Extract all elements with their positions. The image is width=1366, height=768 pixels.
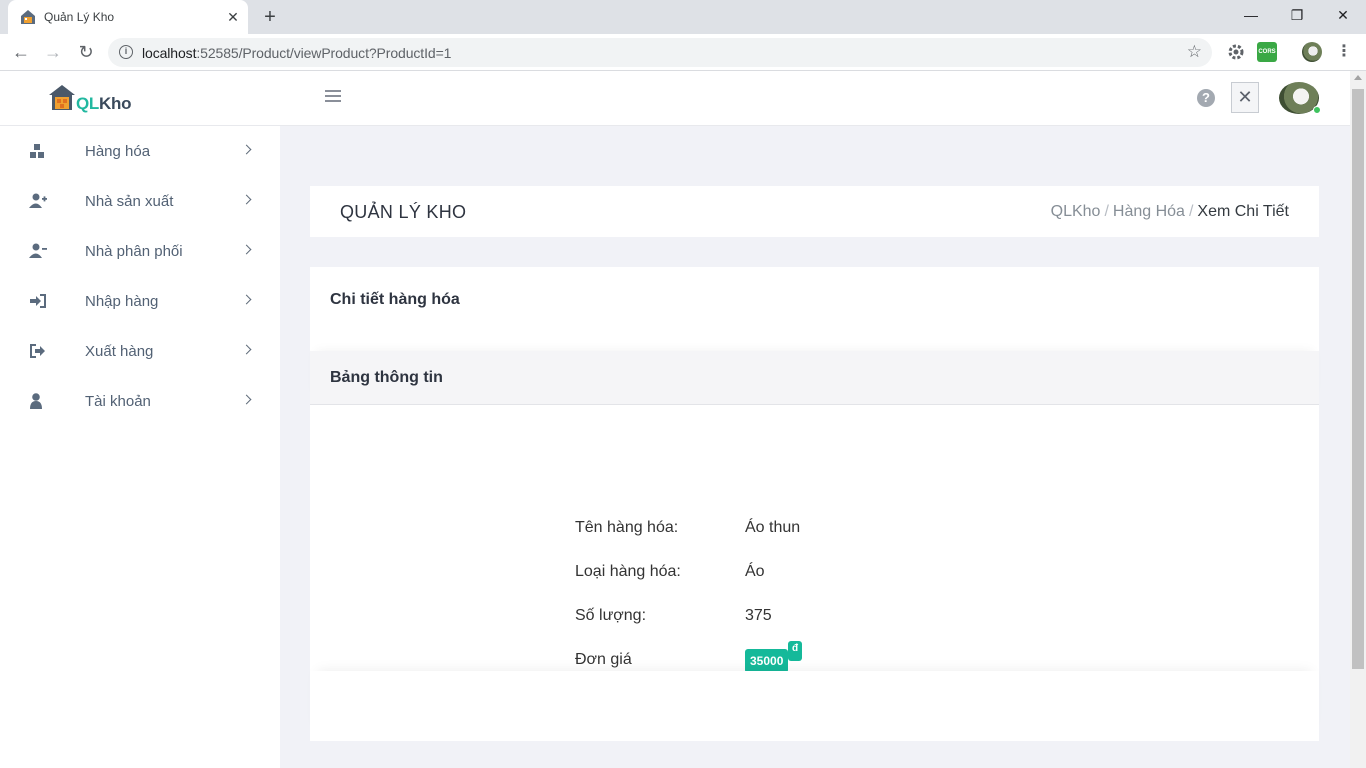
browser-menu-icon[interactable]: ⋮ (1331, 39, 1357, 65)
url-path: :52585/Product/viewProduct?ProductId=1 (196, 45, 452, 61)
forward-icon[interactable]: → (40, 39, 66, 65)
breadcrumb: QLKho / Hàng Hóa / Xem Chi Tiết (1051, 203, 1289, 221)
page-scrollbar[interactable] (1350, 71, 1366, 768)
warehouse-logo-icon (49, 85, 75, 110)
sidebar-item-label: Nhà phân phối (85, 243, 183, 260)
boxes-icon (30, 144, 44, 158)
sidebar-item-label: Xuất hàng (85, 343, 154, 360)
breadcrumb-separator: / (1104, 203, 1109, 220)
online-status-dot (1313, 106, 1321, 114)
scrollbar-thumb[interactable] (1352, 89, 1364, 669)
gear-extension-icon[interactable] (1226, 42, 1246, 62)
breadcrumb-item-current: Xem Chi Tiết (1197, 203, 1289, 220)
sidebar-item-label: Tài khoản (85, 393, 151, 410)
currency-badge: đ (788, 641, 803, 661)
browser-tabstrip: Quản Lý Kho ✕ + — ❐ ✕ (0, 0, 1366, 34)
url-text[interactable]: localhost:52585/Product/viewProduct?Prod… (142, 45, 451, 61)
browser-toolbar: ← → ↻ i localhost:52585/Product/viewProd… (0, 34, 1366, 71)
chevron-right-icon (241, 244, 252, 255)
logo-ql: QL (76, 94, 100, 113)
card-title: Chi tiết hàng hóa (330, 291, 460, 308)
field-row-quantity: Số lượng: 375 (575, 607, 1175, 629)
sidebar-item-tai-khoan[interactable]: Tài khoản (0, 376, 280, 426)
app-logo[interactable]: QLKho (48, 83, 148, 117)
sidebar-item-hang-hoa[interactable]: Hàng hóa (0, 126, 280, 176)
breadcrumb-item-hang-hoa[interactable]: Hàng Hóa (1113, 203, 1185, 220)
field-value: Áo thun (745, 519, 801, 536)
sign-out-icon (30, 344, 45, 358)
back-icon[interactable]: ← (8, 39, 34, 65)
hamburger-menu-icon[interactable] (325, 90, 341, 104)
close-button[interactable]: ✕ (1231, 82, 1259, 113)
bookmark-star-icon[interactable]: ☆ (1187, 42, 1202, 62)
window-close-button[interactable]: ✕ (1320, 0, 1366, 30)
breadcrumb-item-qlkho[interactable]: QLKho (1051, 203, 1101, 220)
sidebar-item-nhap-hang[interactable]: Nhập hàng (0, 276, 280, 326)
sidebar-item-label: Nhập hàng (85, 293, 159, 310)
chevron-right-icon (241, 194, 252, 205)
chevron-right-icon (241, 394, 252, 405)
field-label: Loại hàng hóa: (575, 563, 681, 580)
scroll-up-arrow-icon[interactable] (1354, 75, 1362, 80)
field-value: Áo (745, 563, 765, 580)
field-row-name: Tên hàng hóa: Áo thun (575, 519, 1175, 541)
field-row-price: Đơn giá 35000 đ (575, 641, 1175, 673)
logo-kho: Kho (99, 94, 132, 113)
cors-extension-icon[interactable]: CORS (1257, 42, 1277, 62)
chevron-right-icon (241, 294, 252, 305)
field-value: 375 (745, 607, 772, 624)
sidebar-item-xuat-hang[interactable]: Xuất hàng (0, 326, 280, 376)
chevron-right-icon (241, 144, 252, 155)
price-badge: 35000 (745, 649, 789, 673)
field-label: Tên hàng hóa: (575, 519, 679, 536)
user-icon (30, 393, 42, 409)
field-label: Số lượng: (575, 607, 647, 624)
browser-tab[interactable]: Quản Lý Kho ✕ (8, 0, 248, 34)
sidebar-item-nha-phan-phoi[interactable]: Nhà phân phối (0, 226, 280, 276)
logo-text: QLKho (76, 94, 131, 114)
user-plus-icon (29, 193, 47, 208)
address-bar[interactable]: i localhost:52585/Product/viewProduct?Pr… (108, 38, 1212, 67)
url-host: localhost (142, 45, 197, 61)
field-row-category: Loại hàng hóa: Áo (575, 563, 1175, 585)
profile-avatar-icon[interactable] (1302, 42, 1322, 62)
sign-in-icon (30, 294, 46, 308)
page-header-card: QUẢN LÝ KHO QLKho / Hàng Hóa / Xem Chi Tiết (310, 186, 1319, 237)
sidebar-item-nha-san-xuat[interactable]: Nhà sản xuất (0, 176, 280, 226)
restore-button[interactable]: ❐ (1274, 0, 1320, 30)
sidebar-item-label: Nhà sản xuất (85, 193, 174, 210)
app-topbar: QLKho ? ✕ (0, 71, 1350, 126)
page-title: QUẢN LÝ KHO (340, 202, 467, 222)
info-table-title: Bảng thông tin (330, 369, 443, 386)
new-tab-button[interactable]: + (259, 6, 281, 28)
user-minus-icon (29, 243, 47, 258)
help-icon[interactable]: ? (1197, 89, 1215, 107)
bottom-card (310, 671, 1319, 741)
web-page: QLKho ? ✕ Hàng hóa Nhà sản xuất Nhà phân… (0, 71, 1350, 768)
info-table-header: Bảng thông tin (310, 351, 1319, 405)
site-info-icon[interactable]: i (119, 45, 133, 59)
tab-title: Quản Lý Kho (44, 10, 115, 24)
reload-icon[interactable]: ↻ (73, 39, 99, 65)
breadcrumb-separator: / (1188, 203, 1194, 220)
sidebar: Hàng hóa Nhà sản xuất Nhà phân phối Nhập… (0, 126, 280, 768)
field-label: Đơn giá (575, 651, 632, 668)
chevron-right-icon (241, 344, 252, 355)
minimize-button[interactable]: — (1228, 0, 1274, 30)
tab-close-icon[interactable]: ✕ (224, 8, 242, 26)
warehouse-icon (21, 10, 35, 24)
sidebar-item-label: Hàng hóa (85, 143, 151, 160)
product-detail-card: Chi tiết hàng hóa Bảng thông tin Tên hàn… (310, 267, 1319, 741)
